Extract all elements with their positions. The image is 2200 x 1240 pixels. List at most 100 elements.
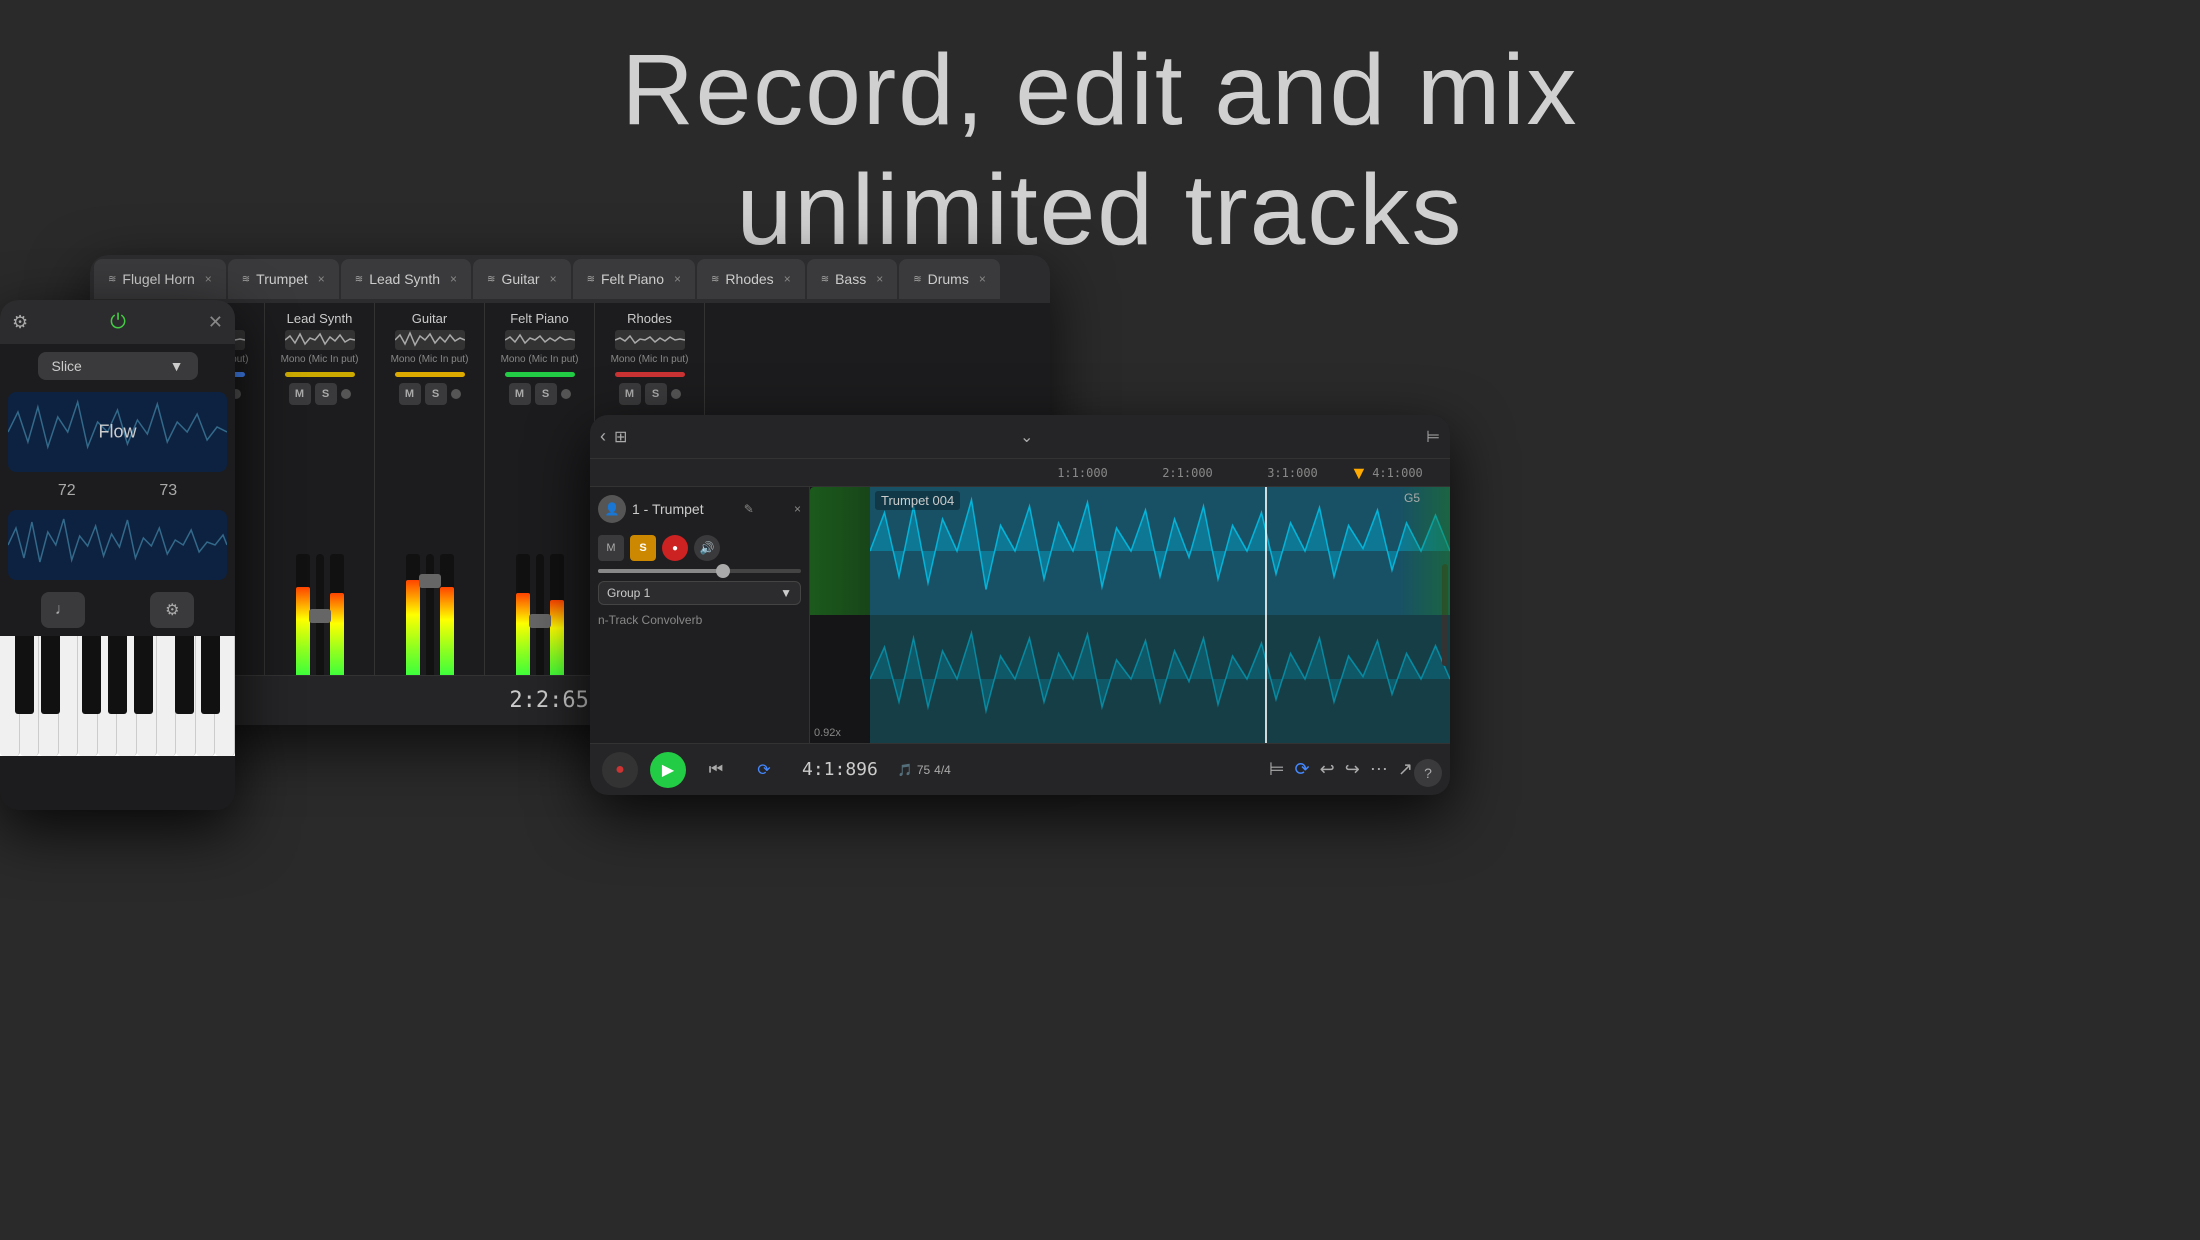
track-content[interactable]: Trumpet 004 G5 0.92x	[810, 487, 1450, 743]
timeline-dropdown-icon[interactable]: ⌄	[1020, 427, 1033, 447]
tab-label: Felt Piano	[601, 271, 664, 287]
sync-icon[interactable]: ⟳	[1295, 759, 1310, 780]
daw-time-sig: 4/4	[934, 763, 951, 777]
channel-name-rhodes: Rhodes	[627, 311, 672, 326]
daw-ruler: 1:1:000 2:1:000 3:1:000 ▼ 4:1:000	[590, 459, 1450, 487]
track-volume-icon[interactable]: 🔊	[694, 535, 720, 561]
solo-btn-felt-piano[interactable]: S	[535, 383, 557, 405]
fader-track-felt-piano[interactable]	[536, 554, 544, 684]
mode-select[interactable]: Slice ▼	[38, 352, 198, 380]
grid-icon[interactable]: ⊞	[614, 427, 627, 447]
vu-right-lead-synth	[330, 554, 344, 684]
flow-label: Flow	[98, 422, 136, 443]
tab-close-icon[interactable]: ×	[876, 272, 883, 286]
fader-knob-lead-synth[interactable]	[309, 609, 331, 623]
fader-area-felt-piano	[489, 411, 590, 684]
track-fader[interactable]	[598, 569, 801, 573]
fader-knob-guitar[interactable]	[419, 574, 441, 588]
rewind-btn[interactable]: ⏮	[698, 752, 734, 788]
loop-btn[interactable]: ⟳	[746, 752, 782, 788]
gear-btn[interactable]: ⚙	[150, 592, 194, 628]
track-edit-icon[interactable]: ✎	[744, 502, 754, 516]
tab-close-icon[interactable]: ×	[979, 272, 986, 286]
white-key[interactable]	[157, 636, 177, 756]
hero-line1: Record, edit and mix	[621, 34, 1578, 146]
white-key[interactable]	[59, 636, 79, 756]
tab-guitar[interactable]: ≋ Guitar ×	[473, 259, 571, 299]
tab-trumpet[interactable]: ≋ Trumpet ×	[228, 259, 339, 299]
track-solo-btn[interactable]: S	[630, 535, 656, 561]
power-icon[interactable]: ⏻	[110, 311, 126, 334]
white-key[interactable]	[98, 636, 118, 756]
hero-line2: unlimited tracks	[737, 154, 1464, 266]
track-close-icon[interactable]: ×	[794, 502, 801, 516]
mute-btn-rhodes[interactable]: M	[619, 383, 641, 405]
record-btn[interactable]: ●	[602, 752, 638, 788]
piano-keys[interactable]	[0, 636, 235, 756]
tab-close-icon[interactable]: ×	[674, 272, 681, 286]
undo-icon[interactable]: ↩	[1320, 759, 1335, 780]
solo-btn-lead-synth[interactable]: S	[315, 383, 337, 405]
mute-btn-felt-piano[interactable]: M	[509, 383, 531, 405]
eq-icon[interactable]: ⊨	[1269, 759, 1285, 780]
tab-close-icon[interactable]: ×	[450, 272, 457, 286]
more-icon[interactable]: ⋯	[1370, 759, 1388, 780]
solo-btn-rhodes[interactable]: S	[645, 383, 667, 405]
play-btn[interactable]: ▶	[650, 752, 686, 788]
track-mute-btn[interactable]: M	[598, 535, 624, 561]
tab-close-icon[interactable]: ×	[318, 272, 325, 286]
track-fader-knob[interactable]	[716, 564, 730, 578]
tab-drums[interactable]: ≋ Drums ×	[899, 259, 1000, 299]
waveform-icon: ≋	[355, 274, 363, 285]
channel-color-felt-piano	[505, 372, 575, 377]
channel-color-guitar	[395, 372, 465, 377]
mixer-settings-icon[interactable]: ⊨	[1426, 427, 1440, 447]
clip-label: Trumpet 004	[875, 491, 960, 510]
white-key[interactable]	[196, 636, 216, 756]
tab-close-icon[interactable]: ×	[205, 272, 212, 286]
tab-rhodes[interactable]: ≋ Rhodes ×	[697, 259, 805, 299]
fader-track-guitar[interactable]	[426, 554, 434, 684]
redo-icon[interactable]: ↪	[1345, 759, 1360, 780]
solo-btn-guitar[interactable]: S	[425, 383, 447, 405]
channel-wave-guitar	[395, 330, 465, 350]
midi-btn[interactable]: ♩	[41, 592, 85, 628]
white-key[interactable]	[117, 636, 137, 756]
fader-knob-felt-piano[interactable]	[529, 614, 551, 628]
mute-btn-lead-synth[interactable]: M	[289, 383, 311, 405]
back-icon[interactable]: ‹	[600, 426, 606, 447]
white-key[interactable]	[78, 636, 98, 756]
white-key[interactable]	[137, 636, 157, 756]
mixer-tabs: ≋ Flugel Horn × ≋ Trumpet × ≋ Lead Synth…	[90, 255, 1050, 303]
waveform-icon: ≋	[913, 274, 921, 285]
playhead-line	[1265, 487, 1267, 743]
daw-time: 4:1:896	[802, 759, 878, 780]
settings-icon[interactable]: ⚙	[12, 312, 28, 333]
channel-wave-rhodes	[615, 330, 685, 350]
share-icon[interactable]: ↗	[1398, 759, 1413, 780]
track-group-select[interactable]: Group 1 ▼	[598, 581, 801, 605]
tab-close-icon[interactable]: ×	[550, 272, 557, 286]
track-ms-row: M S ● 🔊	[590, 531, 809, 565]
mute-btn-guitar[interactable]: M	[399, 383, 421, 405]
tab-flugel-horn[interactable]: ≋ Flugel Horn ×	[94, 259, 226, 299]
white-key[interactable]	[39, 636, 59, 756]
tab-felt-piano[interactable]: ≋ Felt Piano ×	[573, 259, 695, 299]
tab-lead-synth[interactable]: ≋ Lead Synth ×	[341, 259, 471, 299]
tab-close-icon[interactable]: ×	[784, 272, 791, 286]
channel-label-lead-synth: Mono (Mic In put)	[281, 354, 359, 366]
green-end-region	[1400, 487, 1450, 615]
white-key[interactable]	[0, 636, 20, 756]
tab-label: Trumpet	[256, 271, 308, 287]
channel-name-guitar: Guitar	[412, 311, 447, 326]
piano-top-bar: ⚙ ⏻ ✕	[0, 300, 235, 344]
daw-tempo: 75	[917, 763, 930, 777]
close-icon[interactable]: ✕	[208, 312, 223, 333]
tab-bass[interactable]: ≋ Bass ×	[807, 259, 898, 299]
white-key[interactable]	[215, 636, 235, 756]
white-key[interactable]	[176, 636, 196, 756]
track-rec-btn[interactable]: ●	[662, 535, 688, 561]
white-key[interactable]	[20, 636, 40, 756]
fader-track-lead-synth[interactable]	[316, 554, 324, 684]
help-btn[interactable]: ?	[1414, 759, 1442, 787]
